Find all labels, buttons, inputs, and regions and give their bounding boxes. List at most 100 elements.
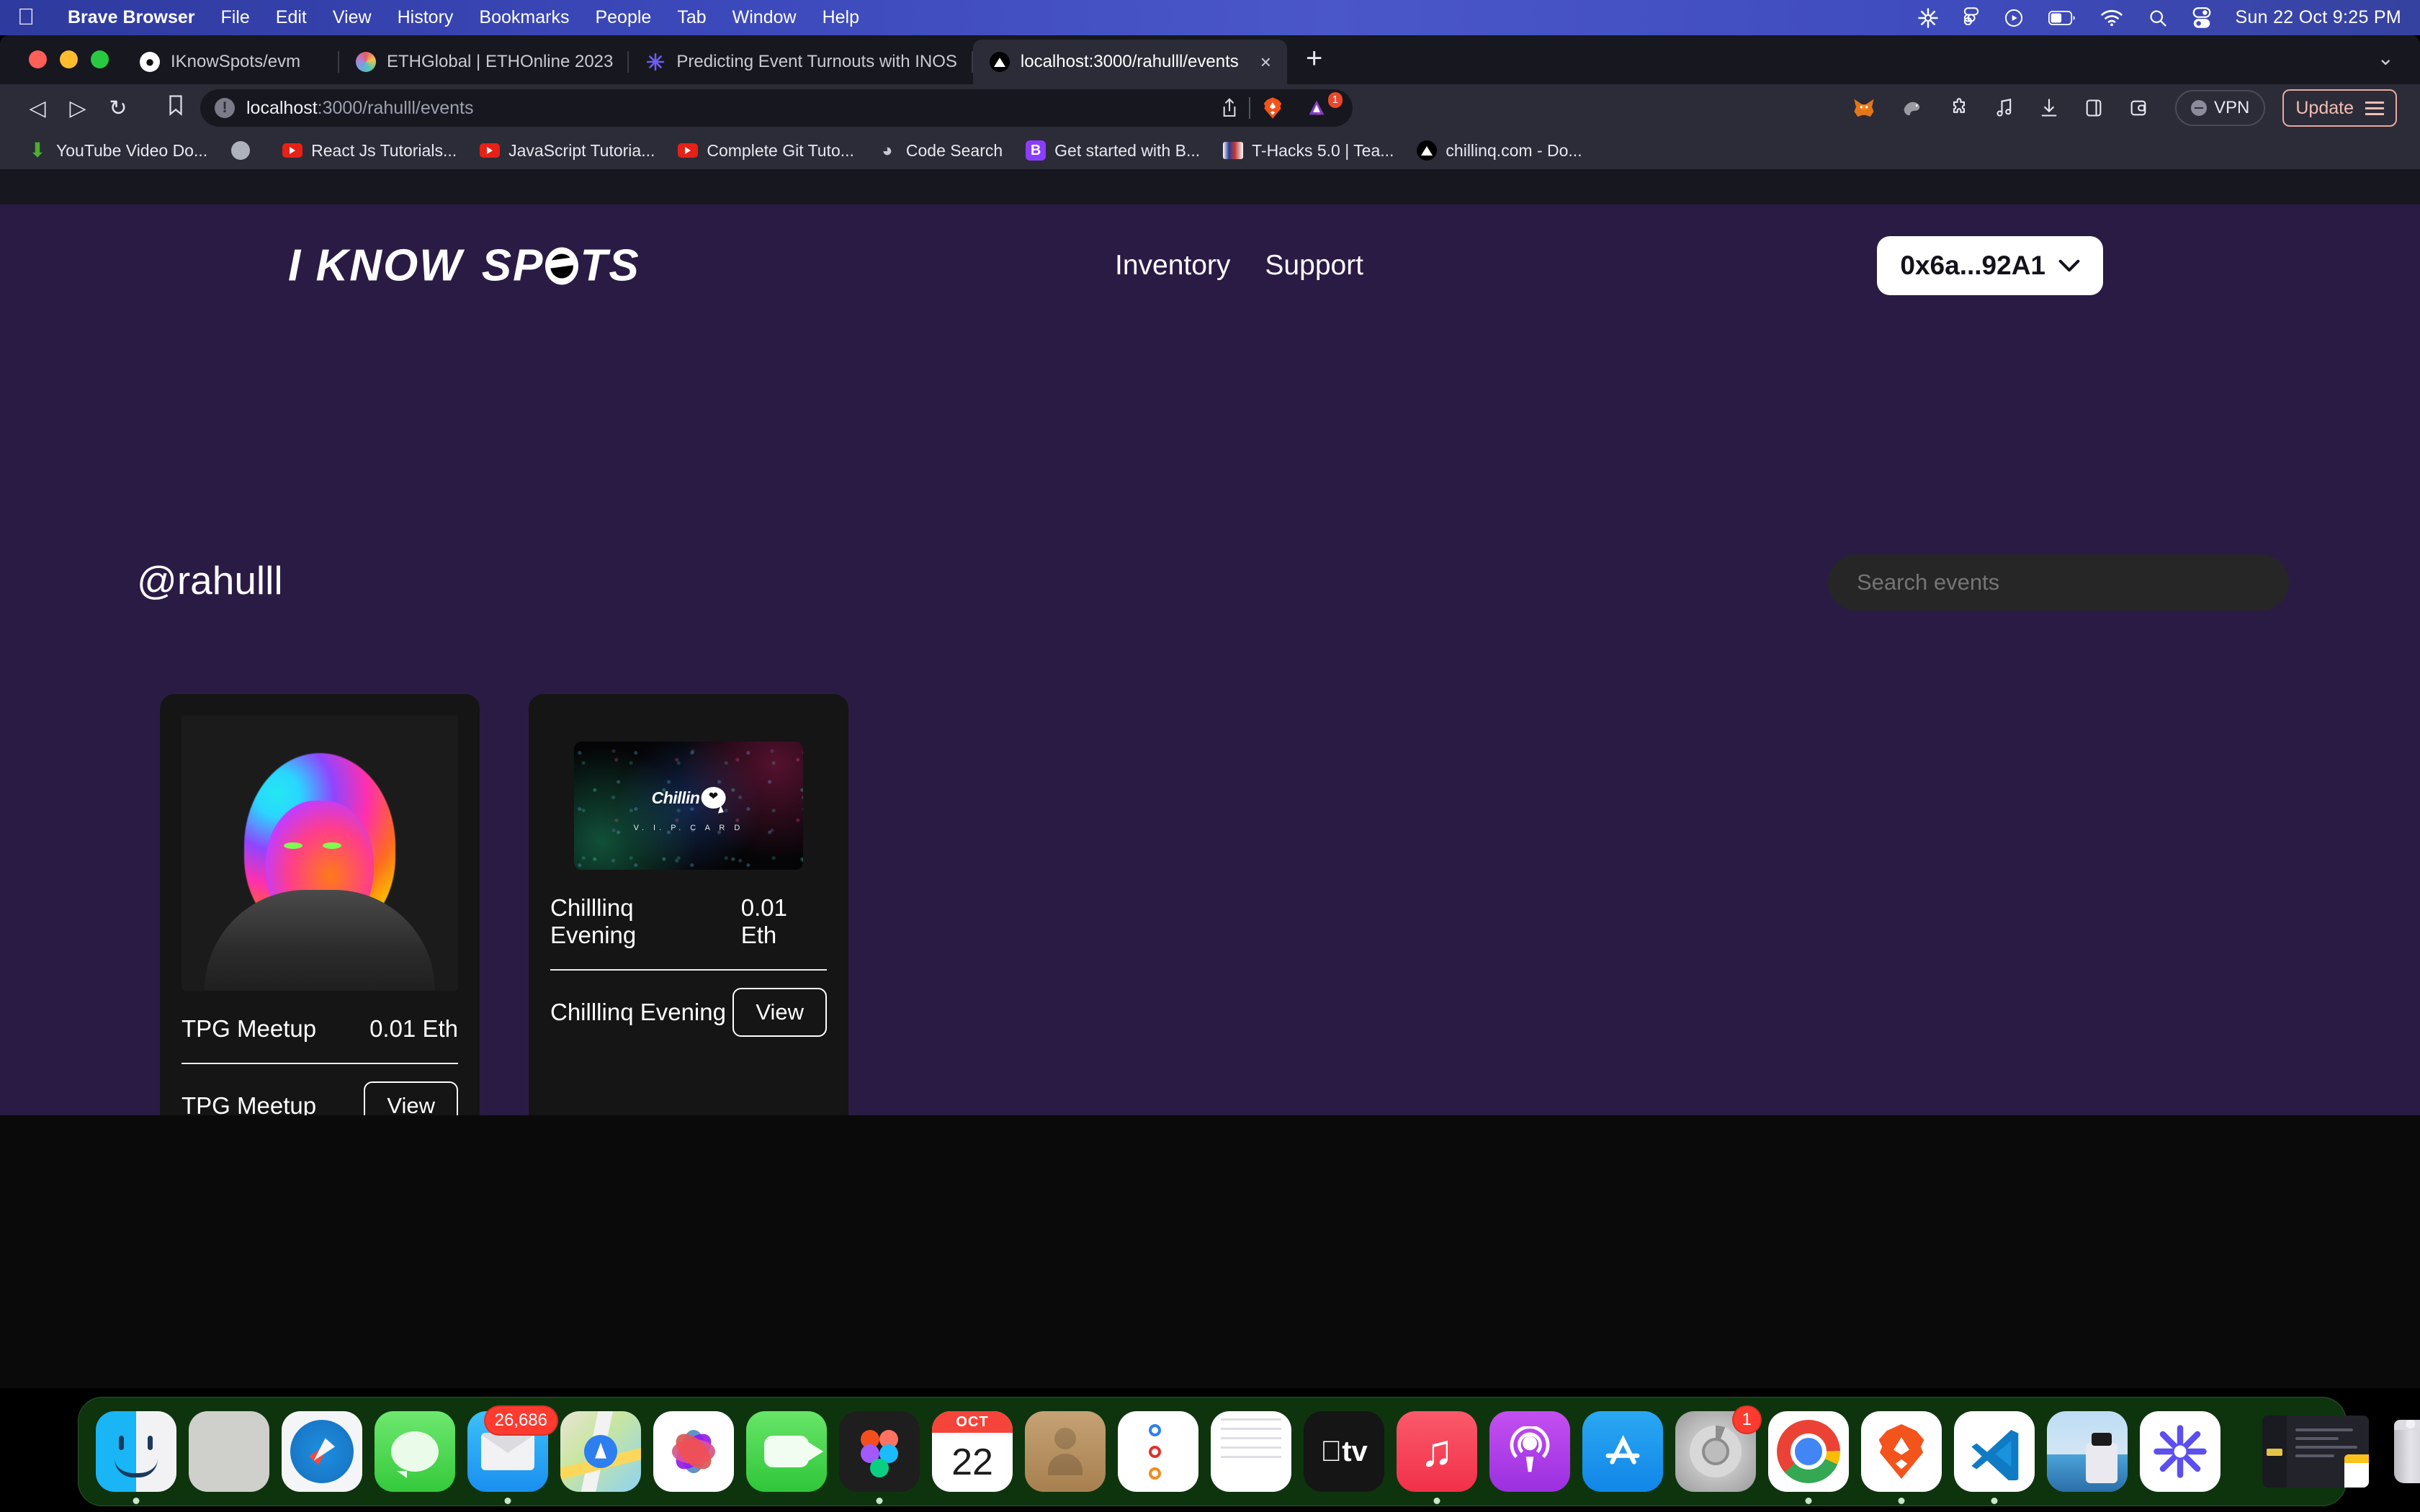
search-input[interactable] xyxy=(1828,554,2289,611)
bookmark-globe[interactable] xyxy=(219,140,271,161)
brave-rewards-icon[interactable]: 1 xyxy=(1295,92,1343,118)
download-arrow-icon: ⬇ xyxy=(29,139,46,161)
menu-item-bookmarks[interactable]: Bookmarks xyxy=(466,7,582,28)
extensions-toolbar xyxy=(1839,97,2161,119)
back-button[interactable]: ◁ xyxy=(19,89,56,127)
play-circle-icon[interactable] xyxy=(1991,8,2036,28)
menu-item-edit[interactable]: Edit xyxy=(263,7,320,28)
view-event-button[interactable]: View xyxy=(732,988,827,1037)
dock-item-photos[interactable] xyxy=(653,1411,734,1492)
site-logo[interactable]: I KNOW SP TS xyxy=(288,240,640,292)
finder-smile xyxy=(115,1459,158,1477)
bookmark-javascript-tutorials[interactable]: JavaScript Tutoria... xyxy=(468,140,666,161)
dock-item-maps[interactable] xyxy=(560,1411,641,1492)
bookmark-youtube-video-downloader[interactable]: ⬇ YouTube Video Do... xyxy=(16,140,219,161)
bookmark-t-hacks[interactable]: T-Hacks 5.0 | Tea... xyxy=(1211,140,1405,161)
forward-button[interactable]: ▷ xyxy=(59,89,97,127)
bookmark-chillinq-com[interactable]: chillinq.com - Do... xyxy=(1405,140,1593,161)
minimized-window-highlight xyxy=(2267,1449,2282,1456)
minimize-window-button[interactable] xyxy=(60,50,78,68)
wifi-icon[interactable] xyxy=(2088,9,2136,27)
dock-item-safari[interactable] xyxy=(282,1411,362,1492)
close-tab-icon[interactable]: × xyxy=(1249,51,1271,73)
dock-item-podcasts[interactable] xyxy=(1489,1411,1570,1492)
dock-item-warp-terminal[interactable] xyxy=(2140,1411,2220,1492)
bookmark-react-js-tutorials[interactable]: React Js Tutorials... xyxy=(271,140,468,161)
sidebar-icon[interactable] xyxy=(2071,98,2116,118)
dock-item-trash[interactable] xyxy=(2381,1411,2420,1492)
dock-item-apple-tv[interactable]: tv xyxy=(1304,1411,1384,1492)
new-tab-button[interactable]: + xyxy=(1287,44,1341,84)
brave-lion-icon[interactable] xyxy=(1250,96,1295,120)
dock-item-facetime[interactable] xyxy=(746,1411,827,1492)
dock-item-brave-browser[interactable] xyxy=(1861,1411,1942,1504)
minimized-window-line xyxy=(2295,1446,2357,1449)
running-indicator xyxy=(133,1498,140,1504)
warp-asterisk-icon[interactable] xyxy=(1905,7,1951,29)
bookmark-code-search[interactable]: ◕ Code Search xyxy=(866,140,1014,161)
apple-logo-icon[interactable]:  xyxy=(17,5,35,28)
envelope-icon xyxy=(481,1433,534,1470)
control-center-icon[interactable] xyxy=(2180,6,2223,29)
menu-item-people[interactable]: People xyxy=(582,7,664,28)
hamburger-menu-icon[interactable] xyxy=(2365,101,2384,115)
nav-link-inventory[interactable]: Inventory xyxy=(1115,250,1230,282)
bookmark-icon[interactable] xyxy=(151,94,200,122)
tab-localhost-rahulll-events[interactable]: localhost:3000/rahulll/events × xyxy=(972,40,1287,84)
dock-item-contacts[interactable] xyxy=(1025,1411,1106,1492)
event-card-chilllinq-evening[interactable]: Chillin ❤ V. I. P. C A R D Chilllinq Eve… xyxy=(529,694,848,1169)
rabby-wallet-icon[interactable] xyxy=(1888,98,1936,118)
tab-ethglobal[interactable]: ETHGlobal | ETHOnline 2023 xyxy=(339,40,629,84)
dock-item-finder[interactable] xyxy=(96,1411,176,1504)
dock-item-calendar[interactable]: OCT 22 xyxy=(932,1411,1013,1492)
nav-link-support[interactable]: Support xyxy=(1265,250,1363,282)
reload-button[interactable]: ↻ xyxy=(99,89,137,127)
dock-item-figma[interactable] xyxy=(839,1411,920,1504)
menu-bar-clock[interactable]: Sun 22 Oct 9:25 PM xyxy=(2223,7,2420,28)
brave-lion-icon xyxy=(1878,1423,1924,1480)
vpn-label: VPN xyxy=(2214,98,2250,117)
wallet-icon[interactable] xyxy=(2116,98,2161,118)
menu-item-file[interactable]: File xyxy=(207,7,262,28)
dock-item-google-chrome[interactable] xyxy=(1768,1411,1849,1504)
share-icon[interactable] xyxy=(1210,98,1249,118)
menu-item-tab[interactable]: Tab xyxy=(664,7,719,28)
battery-icon[interactable] xyxy=(2036,10,2088,26)
maximize-window-button[interactable] xyxy=(91,50,109,68)
search-icon[interactable] xyxy=(2136,8,2180,28)
figma-icon[interactable] xyxy=(1951,6,1991,30)
dock-item-visual-studio-code[interactable] xyxy=(1954,1411,2035,1504)
wallet-address-button[interactable]: 0x6a...92A1 xyxy=(1877,236,2103,295)
menu-item-app-name[interactable]: Brave Browser xyxy=(55,7,207,28)
dock-item-app-store[interactable] xyxy=(1582,1411,1663,1492)
download-icon[interactable] xyxy=(2027,98,2071,118)
dock-item-notes[interactable] xyxy=(1211,1411,1291,1492)
event-title: Chilllinq Evening xyxy=(550,894,637,948)
menu-item-window[interactable]: Window xyxy=(720,7,810,28)
bookmark-get-started-with-b[interactable]: B Get started with B... xyxy=(1014,140,1211,161)
menu-item-history[interactable]: History xyxy=(385,7,467,28)
dock-item-messages[interactable] xyxy=(375,1411,455,1492)
bookmark-complete-git-tutorial[interactable]: Complete Git Tuto... xyxy=(666,140,866,161)
metamask-fox-icon[interactable] xyxy=(1839,97,1888,119)
dock-item-launchpad[interactable] xyxy=(189,1411,269,1492)
update-button[interactable]: Update xyxy=(2282,89,2397,127)
puzzle-extension-icon[interactable] xyxy=(1936,98,1982,118)
vpn-button[interactable]: VPN xyxy=(2175,90,2266,126)
dock-item-preview[interactable] xyxy=(2047,1411,2128,1492)
address-bar[interactable]: ! localhost:3000/rahulll/events 1 xyxy=(200,89,1353,127)
tab-predicting-event-turnouts[interactable]: Predicting Event Turnouts with INOS xyxy=(629,40,973,84)
dock-item-music[interactable]: ♫ xyxy=(1397,1411,1477,1504)
dock-item-system-settings[interactable]: 1 xyxy=(1675,1405,1762,1492)
music-note-icon[interactable] xyxy=(1982,98,2027,118)
menu-item-view[interactable]: View xyxy=(320,7,385,28)
dock-item-reminders[interactable] xyxy=(1118,1411,1198,1492)
dock-item-minimized-window[interactable] xyxy=(2262,1416,2369,1488)
tab-iknowspots-evm[interactable]: ● IKnowSpots/evm xyxy=(123,40,339,84)
menu-item-help[interactable]: Help xyxy=(810,7,872,28)
chevron-down-icon[interactable]: ⌄ xyxy=(2378,46,2411,84)
event-card-tpg-meetup[interactable]: TPG Meetup 0.01 Eth TPG Meetup View xyxy=(160,694,480,1152)
dock-item-mail[interactable]: 26,686 xyxy=(467,1405,558,1504)
close-window-button[interactable] xyxy=(29,50,47,68)
site-info-icon[interactable]: ! xyxy=(215,98,235,118)
